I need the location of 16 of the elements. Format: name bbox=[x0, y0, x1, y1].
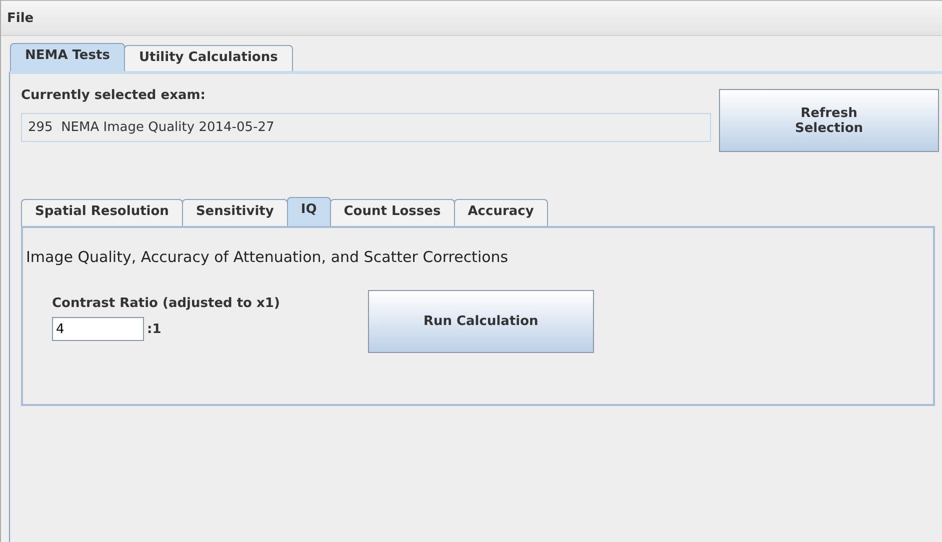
tab[interactable]: Accuracy bbox=[454, 199, 548, 226]
tab[interactable]: Utility Calculations bbox=[124, 45, 293, 71]
contrast-label: Contrast Ratio (adjusted to x1) bbox=[52, 296, 280, 311]
exam-label: Currently selected exam: bbox=[21, 88, 206, 103]
exam-field[interactable]: 295 NEMA Image Quality 2014-05-27 bbox=[21, 113, 711, 142]
ratio-suffix: :1 bbox=[147, 322, 162, 336]
panel-heading: Image Quality, Accuracy of Attenuation, and Scatter Corrections bbox=[26, 248, 510, 266]
run-calculation-button[interactable]: Run Calculation bbox=[368, 290, 594, 353]
tab[interactable]: NEMA Tests bbox=[10, 43, 125, 71]
refresh-selection-button[interactable]: Refresh Selection bbox=[719, 89, 939, 152]
tab[interactable]: IQ bbox=[286, 197, 331, 226]
tab[interactable]: Spatial Resolution bbox=[21, 199, 183, 226]
menu-item[interactable]: File bbox=[1, 10, 40, 26]
tab[interactable]: Sensitivity bbox=[182, 199, 288, 226]
contrast-input[interactable]: 4 bbox=[52, 317, 144, 341]
tab[interactable]: Count Losses bbox=[330, 199, 455, 226]
